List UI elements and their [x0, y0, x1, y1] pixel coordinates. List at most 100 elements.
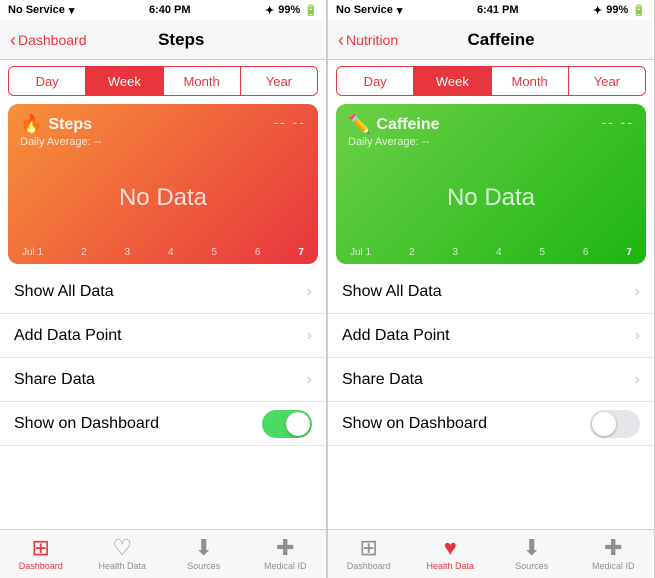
- tab-health-data-steps[interactable]: ♡ Health Data: [82, 530, 164, 578]
- battery-label-2: 99%: [606, 4, 628, 16]
- time-tabs-steps: Day Week Month Year: [8, 66, 318, 96]
- steps-icon: 🔥: [20, 114, 42, 135]
- sources-icon-caffeine: ⬇: [523, 537, 541, 559]
- tab-sources-caffeine[interactable]: ⬇ Sources: [491, 530, 573, 578]
- chart-title-caffeine: Caffeine: [376, 116, 439, 134]
- tab-medical-id-steps[interactable]: ✚ Medical ID: [245, 530, 327, 578]
- medical-id-label-caffeine: Medical ID: [592, 561, 635, 571]
- sources-label-caffeine: Sources: [515, 561, 548, 571]
- tab-year-steps[interactable]: Year: [241, 67, 317, 95]
- add-data-point-caffeine[interactable]: Add Data Point ›: [328, 314, 654, 358]
- chevron-icon-caffeine-2: ›: [635, 371, 640, 389]
- dashboard-icon-caffeine: ⊞: [360, 537, 378, 559]
- menu-list-caffeine: Show All Data › Add Data Point › Share D…: [328, 270, 654, 529]
- x-label-jul1-caffeine: Jul 1: [350, 247, 371, 258]
- nav-title-steps: Steps: [47, 30, 317, 50]
- chevron-icon-steps-0: ›: [307, 283, 312, 301]
- nav-bar-caffeine: ‹ Nutrition Caffeine: [328, 20, 654, 60]
- tab-month-caffeine[interactable]: Month: [492, 67, 569, 95]
- x-label-jul1-steps: Jul 1: [22, 247, 43, 258]
- no-data-caffeine: No Data: [348, 148, 634, 247]
- tab-dashboard-caffeine[interactable]: ⊞ Dashboard: [328, 530, 410, 578]
- status-bar-caffeine: No Service ▾ 6:41 PM ✦ 99% 🔋: [328, 0, 654, 20]
- x-label-6-caffeine: 6: [583, 247, 589, 258]
- medical-id-icon-steps: ✚: [276, 537, 294, 559]
- share-data-label-caffeine: Share Data: [342, 371, 423, 389]
- dashboard-icon-steps: ⊞: [32, 537, 50, 559]
- add-data-point-steps[interactable]: Add Data Point ›: [0, 314, 326, 358]
- back-arrow-icon-caffeine: ‹: [338, 31, 344, 49]
- chevron-icon-caffeine-0: ›: [635, 283, 640, 301]
- tab-month-steps[interactable]: Month: [164, 67, 241, 95]
- battery-label-1: 99%: [278, 4, 300, 16]
- show-on-dashboard-steps[interactable]: Show on Dashboard: [0, 402, 326, 446]
- back-arrow-icon-steps: ‹: [10, 31, 16, 49]
- health-data-icon-steps: ♡: [112, 537, 132, 559]
- x-label-6-steps: 6: [255, 247, 261, 258]
- health-data-label-caffeine: Health Data: [426, 561, 474, 571]
- tab-bar-caffeine: ⊞ Dashboard ♥ Health Data ⬇ Sources ✚ Me…: [328, 529, 654, 578]
- tab-bar-steps: ⊞ Dashboard ♡ Health Data ⬇ Sources ✚ Me…: [0, 529, 326, 578]
- tab-week-steps[interactable]: Week: [86, 67, 163, 95]
- show-all-data-label-caffeine: Show All Data: [342, 283, 442, 301]
- toggle-caffeine[interactable]: [590, 410, 640, 438]
- chart-subtitle-steps: Daily Average: --: [20, 136, 101, 148]
- steps-panel: No Service ▾ 6:40 PM ✦ 99% 🔋 ‹ Dashboard…: [0, 0, 327, 578]
- add-data-point-label-caffeine: Add Data Point: [342, 327, 450, 345]
- battery-icon-1: 🔋: [304, 4, 318, 17]
- x-axis-caffeine: Jul 1 2 3 4 5 6 7: [348, 247, 634, 258]
- show-all-data-steps[interactable]: Show All Data ›: [0, 270, 326, 314]
- tab-year-caffeine[interactable]: Year: [569, 67, 645, 95]
- medical-id-label-steps: Medical ID: [264, 561, 307, 571]
- nav-bar-steps: ‹ Dashboard Steps: [0, 20, 326, 60]
- tab-health-data-caffeine[interactable]: ♥ Health Data: [410, 530, 492, 578]
- x-label-5-caffeine: 5: [539, 247, 545, 258]
- share-data-caffeine[interactable]: Share Data ›: [328, 358, 654, 402]
- x-label-5-steps: 5: [211, 247, 217, 258]
- bluetooth-icon-1: ✦: [265, 4, 274, 17]
- toggle-steps[interactable]: [262, 410, 312, 438]
- show-on-dashboard-caffeine[interactable]: Show on Dashboard: [328, 402, 654, 446]
- share-data-label-steps: Share Data: [14, 371, 95, 389]
- x-label-3-caffeine: 3: [453, 247, 459, 258]
- medical-id-icon-caffeine: ✚: [604, 537, 622, 559]
- x-label-7-steps: 7: [298, 247, 304, 258]
- chart-card-steps: 🔥 Steps Daily Average: -- -- -- No Data …: [8, 104, 318, 264]
- nav-title-caffeine: Caffeine: [358, 30, 644, 50]
- tab-day-steps[interactable]: Day: [9, 67, 86, 95]
- battery-icon-2: 🔋: [632, 4, 646, 17]
- time-label-2: 6:41 PM: [477, 4, 519, 16]
- show-on-dashboard-label-caffeine: Show on Dashboard: [342, 415, 487, 433]
- show-all-data-label-steps: Show All Data: [14, 283, 114, 301]
- no-service-label-2: No Service: [336, 4, 393, 16]
- tab-medical-id-caffeine[interactable]: ✚ Medical ID: [573, 530, 655, 578]
- x-label-3-steps: 3: [125, 247, 131, 258]
- chart-title-steps: Steps: [48, 116, 92, 134]
- add-data-point-label-steps: Add Data Point: [14, 327, 122, 345]
- x-label-4-caffeine: 4: [496, 247, 502, 258]
- health-data-icon-caffeine: ♥: [444, 537, 457, 559]
- share-data-steps[interactable]: Share Data ›: [0, 358, 326, 402]
- no-service-label-1: No Service: [8, 4, 65, 16]
- tab-day-caffeine[interactable]: Day: [337, 67, 414, 95]
- wifi-icon-1: ▾: [69, 4, 75, 17]
- chart-card-caffeine: ✏️ Caffeine Daily Average: -- -- -- No D…: [336, 104, 646, 264]
- chevron-icon-steps-1: ›: [307, 327, 312, 345]
- caffeine-panel: No Service ▾ 6:41 PM ✦ 99% 🔋 ‹ Nutrition…: [328, 0, 655, 578]
- tab-week-caffeine[interactable]: Week: [414, 67, 491, 95]
- chart-dots-caffeine: -- --: [601, 114, 634, 130]
- chevron-icon-steps-2: ›: [307, 371, 312, 389]
- sources-label-steps: Sources: [187, 561, 220, 571]
- sources-icon-steps: ⬇: [195, 537, 213, 559]
- menu-list-steps: Show All Data › Add Data Point › Share D…: [0, 270, 326, 529]
- show-all-data-caffeine[interactable]: Show All Data ›: [328, 270, 654, 314]
- toggle-knob-steps: [286, 412, 310, 436]
- x-label-2-steps: 2: [81, 247, 87, 258]
- tab-sources-steps[interactable]: ⬇ Sources: [163, 530, 245, 578]
- caffeine-icon: ✏️: [348, 114, 370, 135]
- tab-dashboard-steps[interactable]: ⊞ Dashboard: [0, 530, 82, 578]
- wifi-icon-2: ▾: [397, 4, 403, 17]
- health-data-label-steps: Health Data: [98, 561, 146, 571]
- x-label-4-steps: 4: [168, 247, 174, 258]
- chart-subtitle-caffeine: Daily Average: --: [348, 136, 440, 148]
